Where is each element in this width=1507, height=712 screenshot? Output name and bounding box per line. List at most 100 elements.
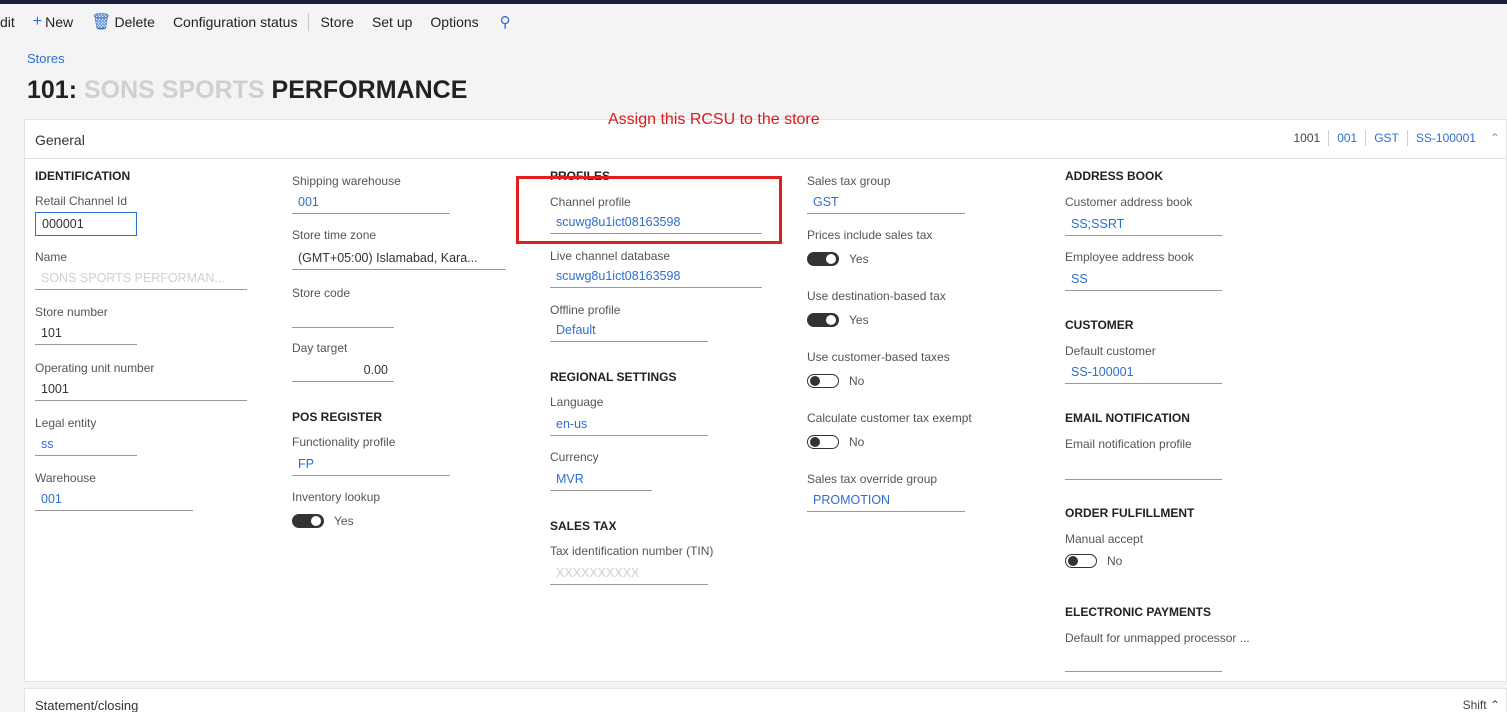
- calc-exempt-label: Calculate customer tax exempt: [807, 411, 972, 425]
- tax-override-label: Sales tax override group: [807, 472, 938, 486]
- edit-button[interactable]: dit: [0, 4, 24, 40]
- customer-address-book-label: Customer address book: [1065, 195, 1193, 209]
- tin-field[interactable]: XXXXXXXXXX: [550, 563, 708, 585]
- page-title: 101: SONS SPORTS PERFORMANCE: [27, 76, 467, 105]
- general-title: General: [35, 132, 85, 148]
- prices-include-tax-label: Prices include sales tax: [807, 228, 933, 242]
- offline-profile-label: Offline profile: [550, 303, 621, 317]
- toggle-switch: [1065, 554, 1097, 568]
- annotation-text: Assign this RCSU to the store: [608, 111, 820, 128]
- new-label: New: [45, 14, 74, 30]
- day-target-field[interactable]: 0.00: [292, 360, 394, 382]
- unmapped-processor-field[interactable]: [1065, 650, 1222, 672]
- shipping-warehouse-label: Shipping warehouse: [292, 174, 401, 188]
- customer-address-book-field[interactable]: SS;SSRT: [1065, 214, 1222, 236]
- toggle-state: Yes: [849, 313, 869, 327]
- inventory-lookup-label: Inventory lookup: [292, 490, 381, 504]
- chevron-up-icon[interactable]: ⌃: [1484, 131, 1500, 145]
- currency-field[interactable]: MVR: [550, 469, 652, 491]
- tab-options[interactable]: Options: [421, 4, 487, 40]
- configuration-status-button[interactable]: Configuration status: [164, 4, 307, 40]
- page-title-main: PERFORMANCE: [271, 76, 468, 104]
- inventory-lookup-toggle[interactable]: Yes: [292, 514, 354, 528]
- name-label: Name: [35, 250, 68, 264]
- legal-entity-label: Legal entity: [35, 416, 97, 430]
- live-channel-db-label: Live channel database: [550, 249, 671, 263]
- operating-unit-label: Operating unit number: [35, 361, 155, 375]
- language-field[interactable]: en-us: [550, 414, 708, 436]
- offline-profile-field[interactable]: Default: [550, 320, 708, 342]
- toggle-state: Yes: [849, 252, 869, 266]
- shipping-warehouse-field[interactable]: 001: [292, 192, 450, 214]
- toggle-switch: [807, 252, 839, 266]
- manual-accept-toggle[interactable]: No: [1065, 554, 1122, 568]
- options-tab-label: Options: [430, 14, 479, 30]
- statement-closing-fasttab[interactable]: Statement/closing Shift ⌃: [24, 688, 1507, 712]
- operating-unit-field[interactable]: 1001: [35, 379, 247, 401]
- store-number-label: Store number: [35, 305, 108, 319]
- name-field[interactable]: SONS SPORTS PERFORMAN...: [35, 268, 247, 290]
- legal-entity-field[interactable]: ss: [35, 434, 137, 456]
- tin-label: Tax identification number (TIN): [550, 544, 714, 558]
- calc-exempt-toggle[interactable]: No: [807, 435, 864, 449]
- functionality-profile-field[interactable]: FP: [292, 454, 450, 476]
- tax-override-field[interactable]: PROMOTION: [807, 490, 965, 512]
- default-customer-field[interactable]: SS-100001: [1065, 362, 1222, 384]
- unmapped-processor-label: Default for unmapped processor ...: [1065, 631, 1250, 645]
- toggle-state: No: [849, 374, 865, 388]
- delete-button[interactable]: 🗑 Delete: [82, 4, 164, 40]
- store-time-zone-select[interactable]: (GMT+05:00) Islamabad, Kara...: [292, 248, 506, 270]
- search-icon[interactable]: ⚲: [488, 13, 523, 31]
- retail-channel-id-label: Retail Channel Id: [35, 194, 128, 208]
- store-tab-label: Store: [320, 14, 354, 30]
- retail-channel-id-field[interactable]: 000001: [35, 212, 137, 236]
- toggle-switch: [807, 374, 839, 388]
- toolbar-divider: [308, 13, 310, 31]
- store-number-field[interactable]: 101: [35, 323, 137, 345]
- email-profile-field[interactable]: [1065, 458, 1222, 480]
- page-title-prefix: 101:: [27, 76, 84, 104]
- breadcrumb[interactable]: Stores: [27, 51, 65, 66]
- day-target-label: Day target: [292, 341, 348, 355]
- new-button[interactable]: + New: [24, 4, 82, 40]
- email-notification-heading: EMAIL NOTIFICATION: [1065, 411, 1190, 425]
- chevron-up-icon[interactable]: ⌃: [1490, 698, 1500, 712]
- default-customer-label: Default customer: [1065, 344, 1156, 358]
- destination-tax-toggle[interactable]: Yes: [807, 313, 869, 327]
- identification-heading: IDENTIFICATION: [35, 169, 131, 183]
- electronic-payments-heading: ELECTRONIC PAYMENTS: [1065, 605, 1212, 619]
- general-summary: 1001 001 GST SS-100001 ⌃: [1285, 130, 1500, 146]
- summary-item: SS-100001: [1415, 131, 1476, 145]
- action-toolbar: dit + New 🗑 Delete Configuration status St…: [0, 4, 1507, 40]
- address-book-heading: ADDRESS BOOK: [1065, 169, 1164, 183]
- statement-closing-title: Statement/closing: [35, 698, 139, 712]
- summary-item: GST: [1366, 130, 1408, 146]
- edit-label: dit: [0, 14, 15, 30]
- store-code-label: Store code: [292, 286, 351, 300]
- sales-tax-heading: SALES TAX: [550, 519, 617, 533]
- warehouse-field[interactable]: 001: [35, 489, 193, 511]
- statement-shift-label: Shift: [1462, 698, 1487, 712]
- functionality-profile-label: Functionality profile: [292, 435, 396, 449]
- plus-icon: +: [32, 13, 43, 30]
- trash-icon: 🗑: [91, 14, 112, 31]
- configuration-status-label: Configuration status: [172, 14, 298, 30]
- toggle-state: No: [1107, 554, 1123, 568]
- employee-address-book-field[interactable]: SS: [1065, 269, 1222, 291]
- destination-tax-label: Use destination-based tax: [807, 289, 946, 303]
- live-channel-db-field[interactable]: scuwg8u1ict08163598: [550, 266, 762, 288]
- tab-store[interactable]: Store: [311, 4, 362, 40]
- prices-include-tax-toggle[interactable]: Yes: [807, 252, 869, 266]
- sales-tax-group-field[interactable]: GST: [807, 192, 965, 214]
- tab-setup[interactable]: Set up: [363, 4, 421, 40]
- order-fulfillment-heading: ORDER FULFILLMENT: [1065, 506, 1195, 520]
- store-code-field[interactable]: [292, 306, 394, 328]
- manual-accept-label: Manual accept: [1065, 532, 1144, 546]
- annotation-highlight-box: [516, 176, 782, 244]
- email-profile-label: Email notification profile: [1065, 437, 1192, 451]
- customer-tax-label: Use customer-based taxes: [807, 350, 950, 364]
- page-title-faded: SONS SPORTS: [83, 76, 272, 104]
- delete-label: Delete: [114, 14, 155, 30]
- customer-tax-toggle[interactable]: No: [807, 374, 864, 388]
- summary-item: 001: [1329, 130, 1367, 146]
